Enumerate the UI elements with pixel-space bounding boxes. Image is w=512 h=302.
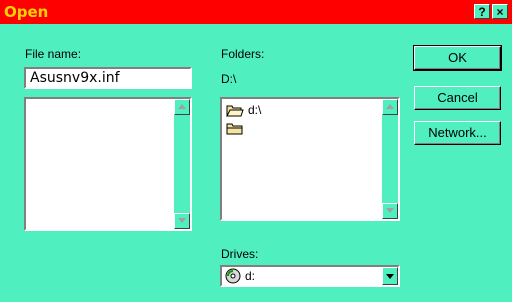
title-bar[interactable]: Open ? × bbox=[0, 0, 512, 24]
chevron-down-icon bbox=[386, 274, 394, 279]
up-arrow-icon bbox=[178, 104, 186, 109]
cancel-button[interactable]: Cancel bbox=[414, 86, 501, 110]
scroll-down-button[interactable] bbox=[382, 203, 398, 219]
scroll-up-button[interactable] bbox=[174, 99, 190, 115]
folder-list-scrollbar[interactable] bbox=[382, 99, 398, 219]
folder-list[interactable]: d:\ bbox=[220, 97, 400, 221]
ok-button[interactable]: OK bbox=[414, 46, 501, 70]
folders-label: Folders: bbox=[221, 47, 265, 61]
folder-item[interactable] bbox=[226, 121, 248, 135]
drives-dropdown-button[interactable] bbox=[382, 267, 398, 285]
file-list-scrollbar[interactable] bbox=[174, 99, 190, 229]
network-button[interactable]: Network... bbox=[414, 121, 501, 145]
down-arrow-icon bbox=[386, 208, 394, 213]
file-name-value: Asusnv9x.inf bbox=[30, 70, 120, 86]
file-list[interactable] bbox=[24, 97, 192, 231]
file-name-label: File name: bbox=[25, 47, 82, 61]
help-button[interactable]: ? bbox=[474, 4, 490, 19]
scroll-down-button[interactable] bbox=[174, 213, 190, 229]
selected-drive: d: bbox=[245, 269, 256, 283]
scroll-up-button[interactable] bbox=[382, 99, 398, 115]
current-path: D:\ bbox=[221, 72, 237, 86]
window-title: Open bbox=[4, 3, 49, 21]
drives-label: Drives: bbox=[221, 247, 259, 261]
folder-item-label: d:\ bbox=[248, 103, 262, 117]
cd-drive-icon bbox=[225, 268, 241, 284]
folder-item[interactable]: d:\ bbox=[226, 103, 261, 117]
closed-folder-icon bbox=[226, 123, 243, 134]
open-folder-icon bbox=[226, 105, 244, 116]
close-button[interactable]: × bbox=[492, 4, 508, 19]
down-arrow-icon bbox=[178, 218, 186, 223]
up-arrow-icon bbox=[386, 104, 394, 109]
drives-dropdown[interactable]: d: bbox=[220, 265, 400, 287]
file-name-input[interactable]: Asusnv9x.inf bbox=[24, 67, 192, 89]
